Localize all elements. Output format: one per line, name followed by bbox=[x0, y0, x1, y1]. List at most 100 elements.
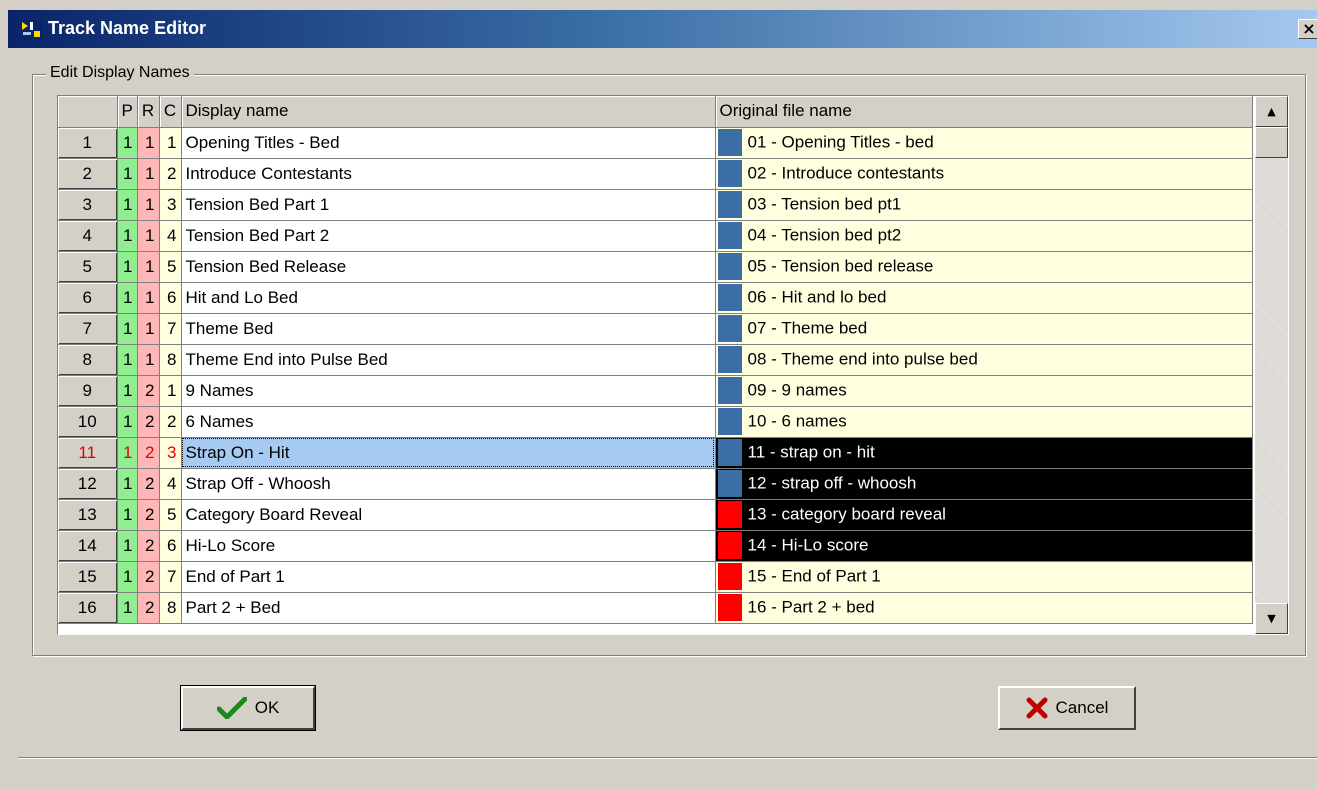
original-file-name-cell[interactable]: 06 - Hit and lo bed bbox=[715, 282, 1253, 314]
row-number[interactable]: 3 bbox=[58, 189, 118, 221]
display-name-cell[interactable]: Hi-Lo Score bbox=[181, 530, 716, 562]
c-cell[interactable]: 5 bbox=[159, 251, 182, 283]
original-file-name-cell[interactable]: 09 - 9 names bbox=[715, 375, 1253, 407]
header-display-name[interactable]: Display name bbox=[181, 96, 716, 128]
p-cell[interactable]: 1 bbox=[117, 468, 138, 500]
c-cell[interactable]: 1 bbox=[159, 127, 182, 159]
c-cell[interactable]: 8 bbox=[159, 344, 182, 376]
original-file-name-cell[interactable]: 07 - Theme bed bbox=[715, 313, 1253, 345]
scroll-down-button[interactable]: ▼ bbox=[1255, 603, 1288, 634]
original-file-name-cell[interactable]: 05 - Tension bed release bbox=[715, 251, 1253, 283]
c-cell[interactable]: 2 bbox=[159, 406, 182, 438]
original-file-name-cell[interactable]: 15 - End of Part 1 bbox=[715, 561, 1253, 593]
scroll-up-button[interactable]: ▲ bbox=[1255, 96, 1288, 127]
c-cell[interactable]: 4 bbox=[159, 468, 182, 500]
c-cell[interactable]: 7 bbox=[159, 561, 182, 593]
c-cell[interactable]: 6 bbox=[159, 530, 182, 562]
display-name-cell[interactable]: Theme Bed bbox=[181, 313, 716, 345]
row-number[interactable]: 13 bbox=[58, 499, 118, 531]
p-cell[interactable]: 1 bbox=[117, 344, 138, 376]
p-cell[interactable]: 1 bbox=[117, 189, 138, 221]
cancel-button[interactable]: Cancel bbox=[998, 686, 1136, 730]
table-row[interactable]: 10 1 2 2 6 Names 10 - 6 names bbox=[58, 406, 1253, 438]
original-file-name-cell[interactable]: 13 - category board reveal bbox=[715, 499, 1253, 531]
row-number[interactable]: 10 bbox=[58, 406, 118, 438]
row-number[interactable]: 14 bbox=[58, 530, 118, 562]
p-cell[interactable]: 1 bbox=[117, 375, 138, 407]
c-cell[interactable]: 8 bbox=[159, 592, 182, 624]
display-name-cell[interactable]: Strap Off - Whoosh bbox=[181, 468, 716, 500]
title-bar[interactable]: Track Name Editor × bbox=[8, 10, 1317, 48]
p-cell[interactable]: 1 bbox=[117, 592, 138, 624]
table-row[interactable]: 4 1 1 4 Tension Bed Part 2 04 - Tension bed p… bbox=[58, 220, 1253, 252]
table-row[interactable]: 7 1 1 7 Theme Bed 07 - Theme bed bbox=[58, 313, 1253, 345]
r-cell[interactable]: 1 bbox=[137, 220, 160, 252]
table-row[interactable]: 91219 Names 09 - 9 names bbox=[58, 375, 1253, 407]
original-file-name-cell[interactable]: 11 - strap on - hit bbox=[715, 437, 1253, 469]
c-cell[interactable]: 2 bbox=[159, 158, 182, 190]
table-row[interactable]: 2 1 1 2 Introduce Contestants 02 - Introduce … bbox=[58, 158, 1253, 190]
table-row[interactable]: 6 1 1 6 Hit and Lo Bed 06 - Hit and lo bed bbox=[58, 282, 1253, 314]
r-cell[interactable]: 2 bbox=[137, 468, 160, 500]
r-cell[interactable]: 2 bbox=[137, 406, 160, 438]
r-cell[interactable]: 1 bbox=[137, 344, 160, 376]
row-number[interactable]: 6 bbox=[58, 282, 118, 314]
p-cell[interactable]: 1 bbox=[117, 127, 138, 159]
display-name-cell[interactable]: Tension Bed Part 1 bbox=[181, 189, 716, 221]
c-cell[interactable]: 5 bbox=[159, 499, 182, 531]
table-row[interactable]: 11 1 2 3 Strap On - Hit 11 - strap on - hit bbox=[58, 437, 1253, 469]
display-name-cell[interactable]: Tension Bed Release bbox=[181, 251, 716, 283]
c-cell[interactable]: 3 bbox=[159, 189, 182, 221]
row-number[interactable]: 5 bbox=[58, 251, 118, 283]
display-name-cell[interactable]: Strap On - Hit bbox=[181, 437, 716, 469]
p-cell[interactable]: 1 bbox=[117, 437, 138, 469]
p-cell[interactable]: 1 bbox=[117, 220, 138, 252]
row-number[interactable]: 9 bbox=[58, 375, 118, 407]
header-original-file-name[interactable]: Original file name bbox=[715, 96, 1253, 128]
p-cell[interactable]: 1 bbox=[117, 530, 138, 562]
p-cell[interactable]: 1 bbox=[117, 406, 138, 438]
p-cell[interactable]: 1 bbox=[117, 499, 138, 531]
row-number[interactable]: 8 bbox=[58, 344, 118, 376]
original-file-name-cell[interactable]: 03 - Tension bed pt1 bbox=[715, 189, 1253, 221]
ok-button[interactable]: OK bbox=[180, 685, 316, 731]
p-cell[interactable]: 1 bbox=[117, 282, 138, 314]
row-number[interactable]: 15 bbox=[58, 561, 118, 593]
c-cell[interactable]: 3 bbox=[159, 437, 182, 469]
r-cell[interactable]: 1 bbox=[137, 158, 160, 190]
track-grid[interactable]: P R C Display name Original file name 11… bbox=[57, 95, 1289, 635]
display-name-cell[interactable]: 9 Names bbox=[181, 375, 716, 407]
vertical-scrollbar[interactable]: ▲ ▼ bbox=[1255, 96, 1288, 634]
display-name-cell[interactable]: Theme End into Pulse Bed bbox=[181, 344, 716, 376]
header-p[interactable]: P bbox=[117, 96, 138, 128]
header-r[interactable]: R bbox=[137, 96, 160, 128]
row-number[interactable]: 1 bbox=[58, 127, 118, 159]
r-cell[interactable]: 1 bbox=[137, 313, 160, 345]
r-cell[interactable]: 2 bbox=[137, 375, 160, 407]
p-cell[interactable]: 1 bbox=[117, 158, 138, 190]
scroll-thumb[interactable] bbox=[1255, 127, 1288, 158]
table-row[interactable]: 16 1 2 8 Part 2 + Bed 16 - Part 2 + bed bbox=[58, 592, 1253, 624]
table-row[interactable]: 5 1 1 5 Tension Bed Release 05 - Tension bed … bbox=[58, 251, 1253, 283]
display-name-cell[interactable]: Part 2 + Bed bbox=[181, 592, 716, 624]
c-cell[interactable]: 7 bbox=[159, 313, 182, 345]
original-file-name-cell[interactable]: 10 - 6 names bbox=[715, 406, 1253, 438]
display-name-cell[interactable]: 6 Names bbox=[181, 406, 716, 438]
r-cell[interactable]: 2 bbox=[137, 561, 160, 593]
table-row[interactable]: 15 1 2 7 End of Part 1 15 - End of Part 1 bbox=[58, 561, 1253, 593]
table-row[interactable]: 1 1 1 1 Opening Titles - Bed 01 - Opening Tit… bbox=[58, 127, 1253, 159]
p-cell[interactable]: 1 bbox=[117, 313, 138, 345]
r-cell[interactable]: 1 bbox=[137, 251, 160, 283]
row-number[interactable]: 4 bbox=[58, 220, 118, 252]
display-name-cell[interactable]: Hit and Lo Bed bbox=[181, 282, 716, 314]
original-file-name-cell[interactable]: 16 - Part 2 + bed bbox=[715, 592, 1253, 624]
display-name-cell[interactable]: End of Part 1 bbox=[181, 561, 716, 593]
c-cell[interactable]: 1 bbox=[159, 375, 182, 407]
original-file-name-cell[interactable]: 02 - Introduce contestants bbox=[715, 158, 1253, 190]
display-name-cell[interactable]: Tension Bed Part 2 bbox=[181, 220, 716, 252]
p-cell[interactable]: 1 bbox=[117, 251, 138, 283]
display-name-cell[interactable]: Introduce Contestants bbox=[181, 158, 716, 190]
r-cell[interactable]: 1 bbox=[137, 189, 160, 221]
c-cell[interactable]: 4 bbox=[159, 220, 182, 252]
r-cell[interactable]: 2 bbox=[137, 499, 160, 531]
